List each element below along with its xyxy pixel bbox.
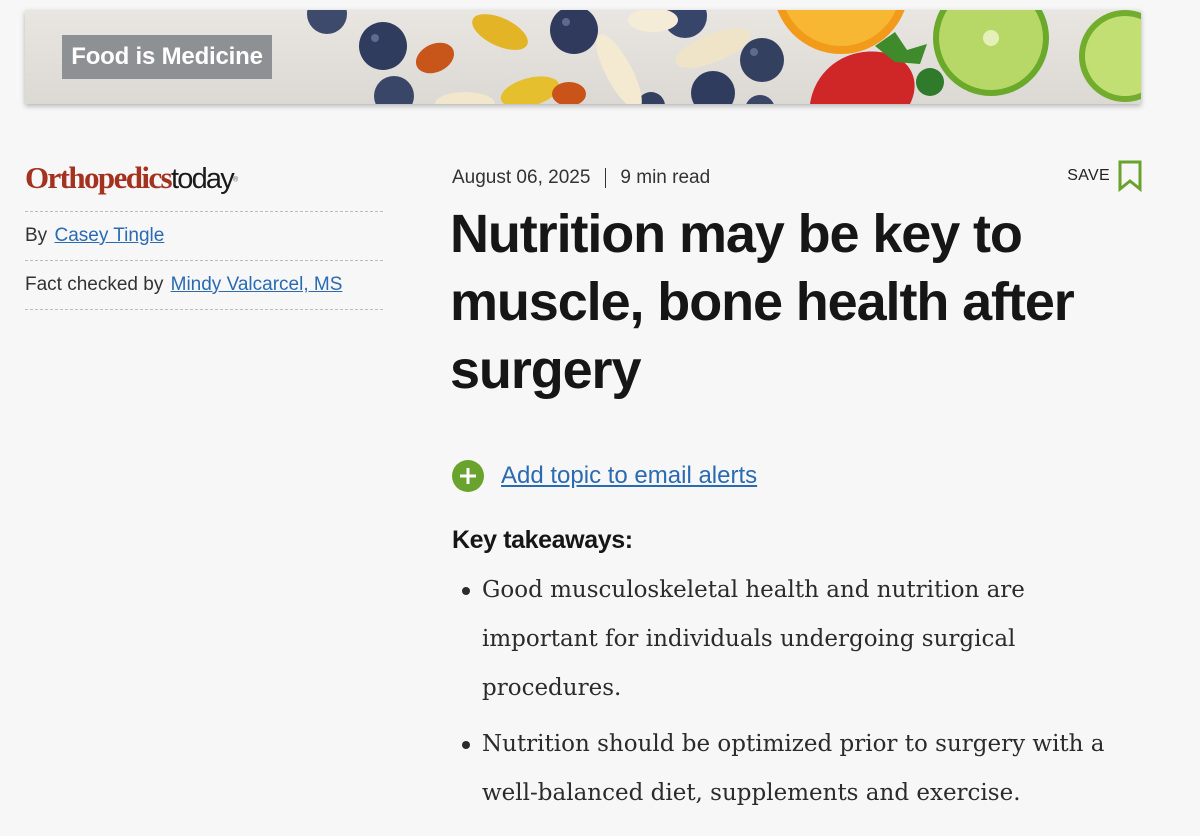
hero-banner: Food is Medicine xyxy=(25,10,1141,104)
read-time: 9 min read xyxy=(620,167,711,188)
bookmark-icon xyxy=(1118,160,1142,192)
logo-light-text: today xyxy=(171,163,235,195)
key-takeaways-list: Good musculoskeletal health and nutritio… xyxy=(452,566,1142,825)
bullet-icon xyxy=(462,587,470,595)
takeaway-item: Nutrition should be optimized prior to s… xyxy=(452,720,1142,818)
fact-check-line: Fact checked by Mindy Valcarcel, MS xyxy=(25,261,383,309)
divider xyxy=(25,309,383,310)
meta-separator xyxy=(605,167,607,188)
key-takeaways-heading: Key takeaways: xyxy=(452,526,633,554)
article-headline: Nutrition may be key to muscle, bone hea… xyxy=(450,204,1075,400)
byline: By Casey Tingle xyxy=(25,212,383,260)
email-alerts-link[interactable]: Add topic to email alerts xyxy=(451,458,757,494)
author-link[interactable]: Casey Tingle xyxy=(54,225,164,246)
factcheck-prefix: Fact checked by xyxy=(25,274,164,295)
logo-trademark: ® xyxy=(232,176,239,184)
save-label: SAVE xyxy=(1067,167,1110,184)
fact-checker-link[interactable]: Mindy Valcarcel, MS xyxy=(171,274,343,295)
takeaway-item: Good musculoskeletal health and nutritio… xyxy=(452,566,1142,713)
logo-bold-text: Orthopedics xyxy=(25,160,173,195)
article-meta: August 06, 2025 9 min read xyxy=(452,164,710,192)
takeaway-text: Good musculoskeletal health and nutritio… xyxy=(482,577,1025,701)
bullet-icon xyxy=(462,741,470,749)
save-button[interactable]: SAVE xyxy=(1066,158,1142,194)
byline-prefix: By xyxy=(25,225,48,246)
banner-label[interactable]: Food is Medicine xyxy=(62,35,272,79)
plus-circle-icon xyxy=(452,460,484,492)
email-alerts-label: Add topic to email alerts xyxy=(501,462,758,489)
publication-logo[interactable]: Orthopedicstoday® xyxy=(25,160,385,204)
takeaway-text: Nutrition should be optimized prior to s… xyxy=(482,731,1105,806)
publish-date: August 06, 2025 xyxy=(452,167,591,188)
